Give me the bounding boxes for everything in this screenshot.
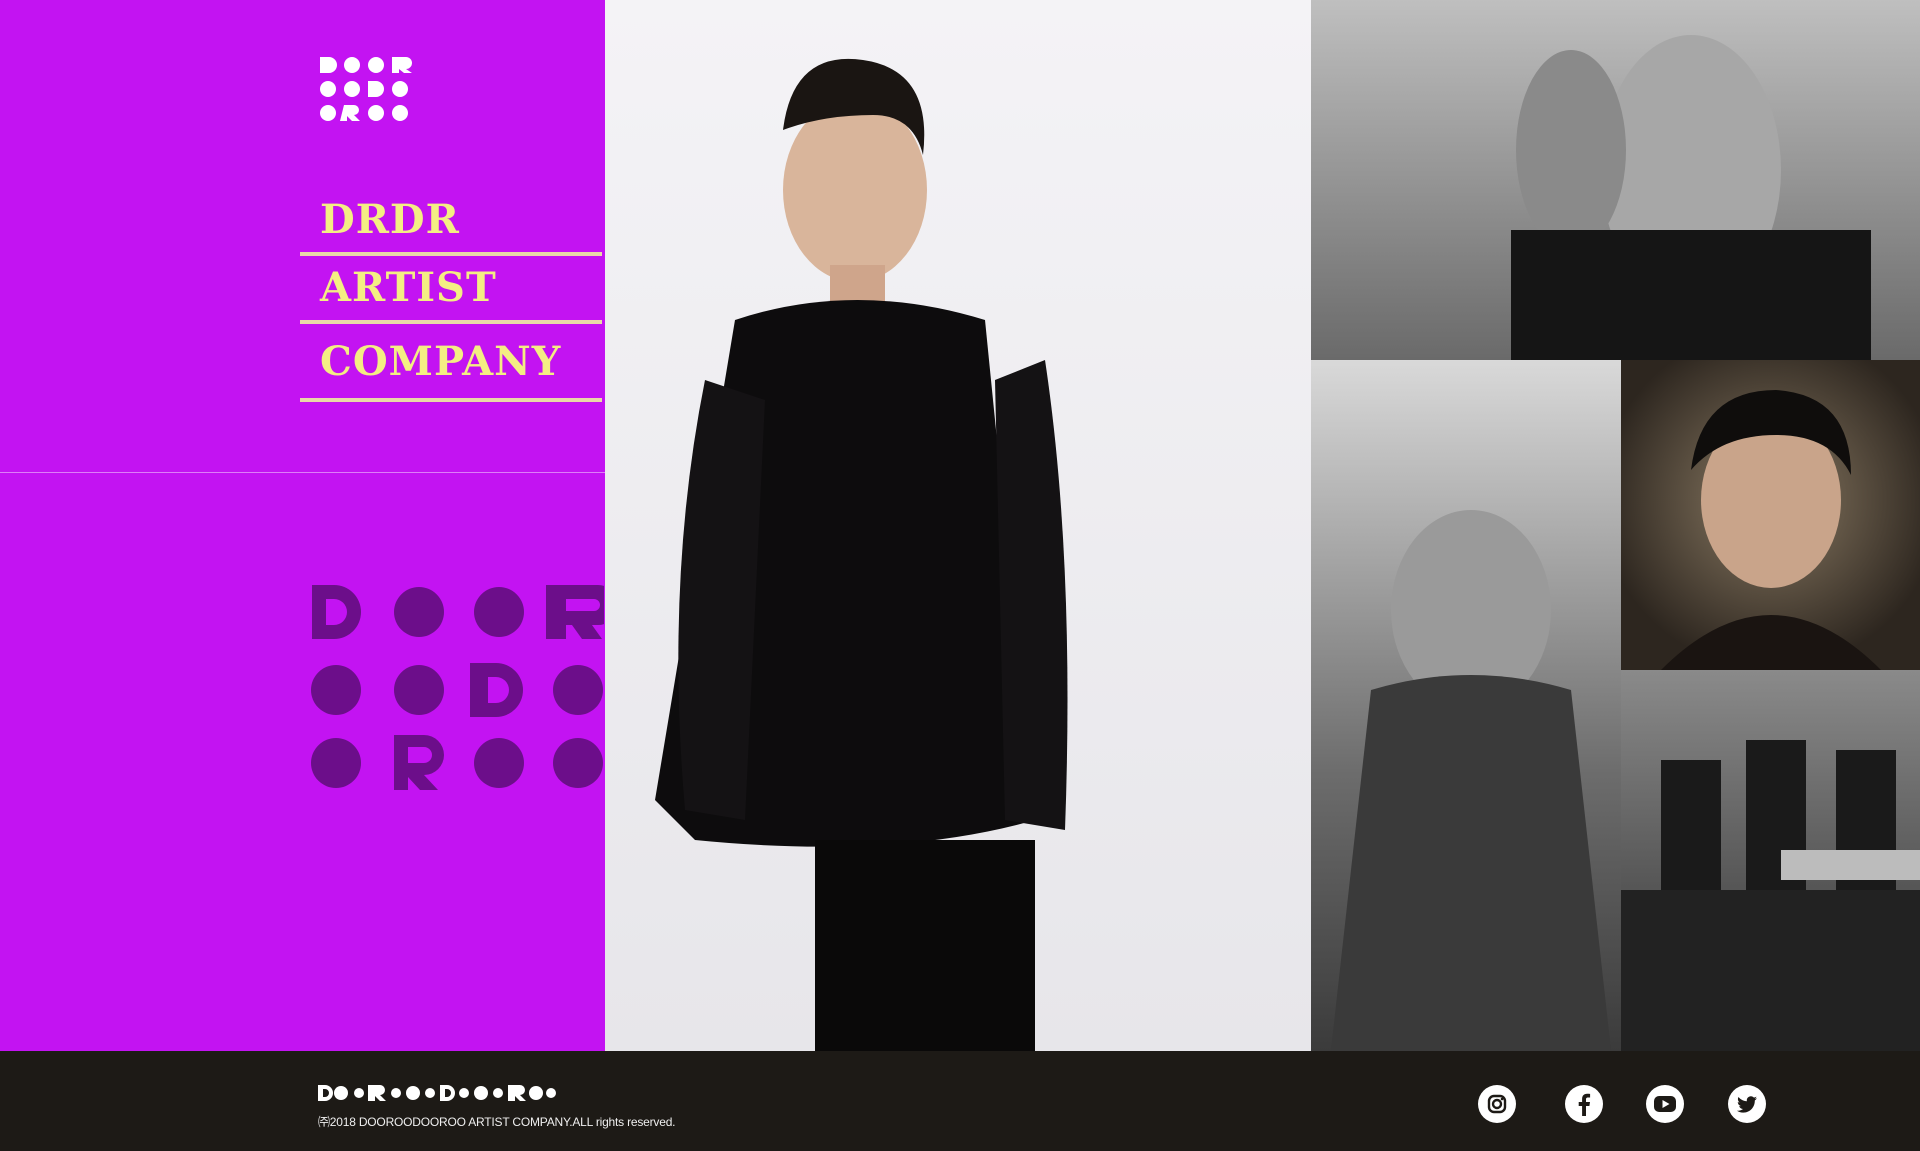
facebook-icon: [1578, 1093, 1591, 1116]
brand-logo-large: [311, 585, 604, 790]
artist-photo-portrait[interactable]: [1311, 360, 1621, 1051]
facebook-link[interactable]: [1565, 1085, 1603, 1123]
twitter-link[interactable]: [1728, 1085, 1766, 1123]
instagram-link[interactable]: [1478, 1085, 1516, 1123]
main-nav: DRDR ARTIST COMPANY: [300, 190, 602, 402]
youtube-link[interactable]: [1646, 1085, 1684, 1123]
brand-logo[interactable]: [320, 57, 412, 121]
footer: ㈜2018 DOOROODOOROO ARTIST COMPANY.ALL ri…: [0, 1055, 1920, 1151]
artist-photo-closeup[interactable]: [1621, 360, 1920, 670]
artist-photo-group[interactable]: [1311, 0, 1920, 360]
footer-wordmark-logo[interactable]: [318, 1084, 556, 1102]
nav-item-drdr[interactable]: DRDR: [300, 190, 602, 256]
section-divider: [0, 472, 605, 473]
left-panel: DRDR ARTIST COMPANY: [0, 0, 605, 1051]
nav-item-artist[interactable]: ARTIST: [300, 258, 602, 324]
instagram-icon: [1487, 1094, 1507, 1114]
featured-artist-photo[interactable]: [605, 0, 1311, 1051]
copyright-text: ㈜2018 DOOROODOOROO ARTIST COMPANY.ALL ri…: [318, 1115, 676, 1129]
nav-item-company[interactable]: COMPANY: [300, 326, 602, 402]
artist-photo-band[interactable]: [1621, 670, 1920, 1051]
youtube-icon: [1654, 1096, 1676, 1112]
twitter-icon: [1736, 1096, 1757, 1113]
